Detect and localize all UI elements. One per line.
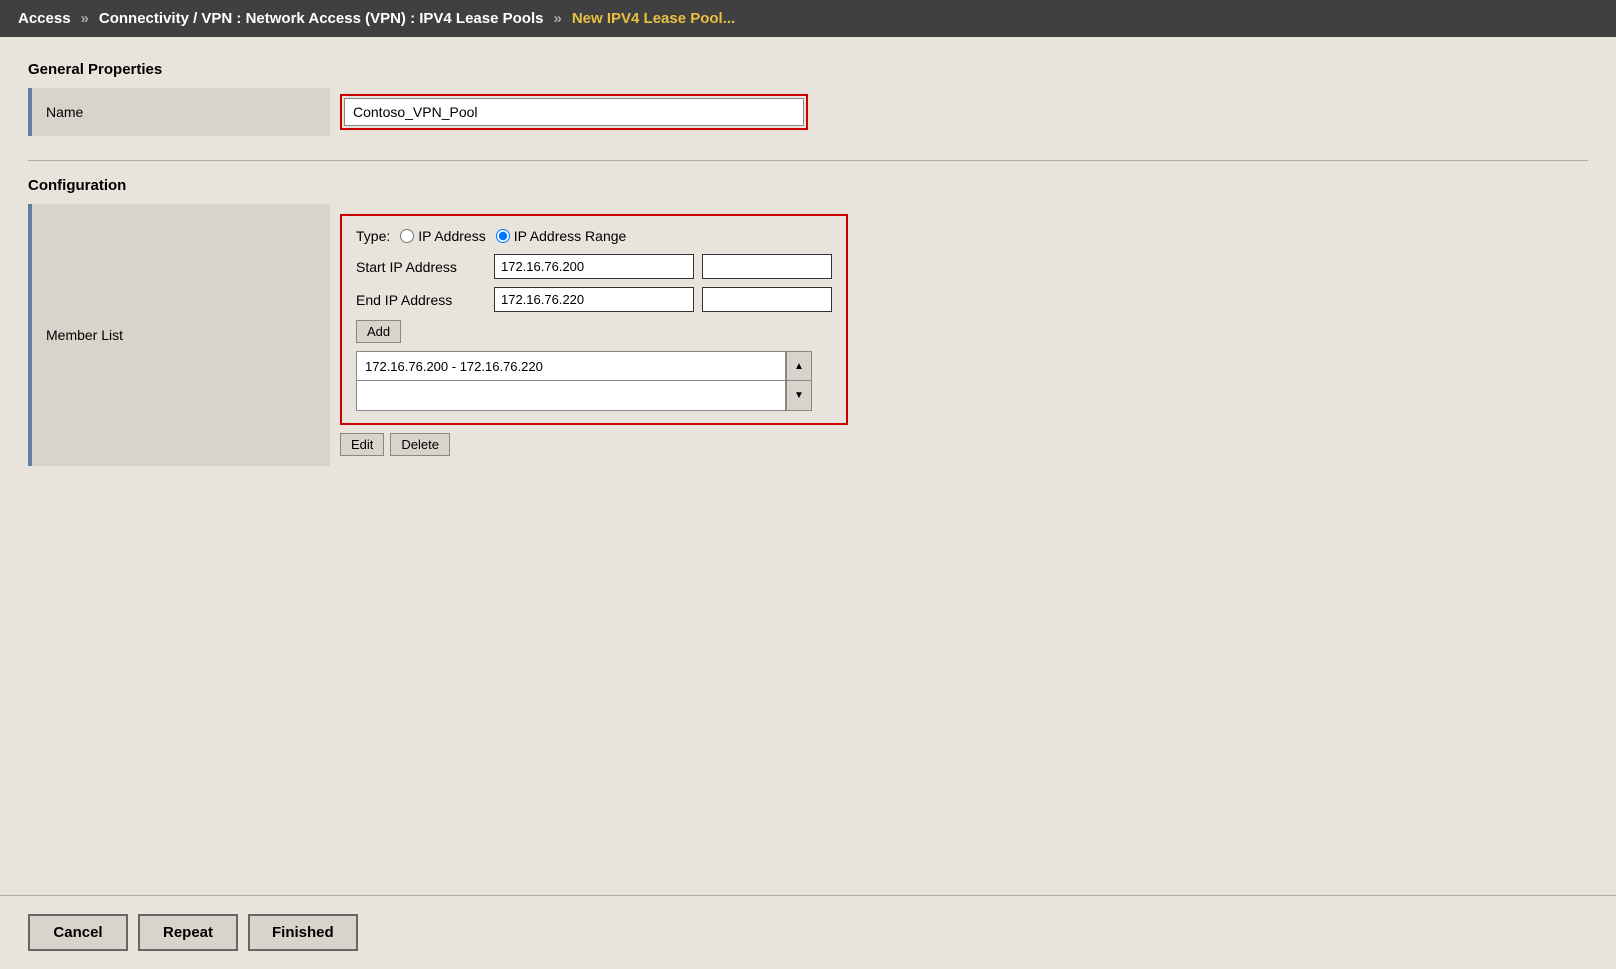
- name-row: Name: [30, 88, 1588, 136]
- scroll-down-button[interactable]: ▼: [786, 381, 812, 411]
- type-label: Type:: [356, 228, 390, 244]
- breadcrumb-bar: Access » Connectivity / VPN : Network Ac…: [0, 0, 1616, 37]
- name-label: Name: [30, 88, 330, 136]
- type-ip-address-label[interactable]: IP Address: [400, 228, 485, 244]
- scroll-up-button[interactable]: ▲: [786, 351, 812, 381]
- start-ip-row: Start IP Address: [356, 254, 832, 279]
- member-list-label: Member List: [30, 204, 330, 466]
- start-ip-input[interactable]: [494, 254, 694, 279]
- finished-button[interactable]: Finished: [248, 914, 358, 951]
- edit-delete-row: Edit Delete: [340, 433, 1578, 456]
- repeat-button[interactable]: Repeat: [138, 914, 238, 951]
- configuration-title: Configuration: [28, 177, 1588, 194]
- start-ip-extra-input[interactable]: [702, 254, 832, 279]
- name-value-cell: [330, 88, 1588, 136]
- config-inner-border: Type: IP Address IP Address Range Start …: [340, 214, 848, 425]
- end-ip-extra-input[interactable]: [702, 287, 832, 312]
- general-properties-table: Name: [28, 88, 1588, 136]
- breadcrumb-vpn[interactable]: Connectivity / VPN : Network Access (VPN…: [99, 10, 544, 27]
- edit-button[interactable]: Edit: [340, 433, 384, 456]
- end-ip-label: End IP Address: [356, 292, 486, 308]
- breadcrumb-current: New IPV4 Lease Pool...: [572, 10, 735, 27]
- config-value-cell: Type: IP Address IP Address Range Start …: [330, 204, 1588, 466]
- general-properties-title: General Properties: [28, 61, 1588, 78]
- member-list-row-1: 172.16.76.200 - 172.16.76.220 ▲: [356, 351, 832, 381]
- type-ip-address-range-radio[interactable]: [496, 229, 510, 243]
- bottom-bar: Cancel Repeat Finished: [0, 895, 1616, 969]
- delete-button[interactable]: Delete: [390, 433, 450, 456]
- name-input[interactable]: [344, 98, 804, 126]
- cancel-button[interactable]: Cancel: [28, 914, 128, 951]
- configuration-table: Member List Type: IP Address IP Address …: [28, 204, 1588, 466]
- start-ip-label: Start IP Address: [356, 259, 486, 275]
- separator-1: [28, 160, 1588, 161]
- member-list-entry-2[interactable]: [356, 381, 786, 411]
- breadcrumb-sep-2: »: [553, 10, 561, 27]
- type-ip-address-radio[interactable]: [400, 229, 414, 243]
- breadcrumb-access[interactable]: Access: [18, 10, 71, 27]
- member-list: 172.16.76.200 - 172.16.76.220 ▲ ▼: [356, 351, 832, 411]
- end-ip-input[interactable]: [494, 287, 694, 312]
- type-row: Type: IP Address IP Address Range: [356, 228, 832, 244]
- add-button[interactable]: Add: [356, 320, 401, 343]
- config-row: Member List Type: IP Address IP Address …: [30, 204, 1588, 466]
- end-ip-row: End IP Address: [356, 287, 832, 312]
- member-list-entry-1[interactable]: 172.16.76.200 - 172.16.76.220: [356, 351, 786, 381]
- name-input-highlight: [340, 94, 808, 130]
- type-ip-address-range-label[interactable]: IP Address Range: [496, 228, 627, 244]
- member-list-row-2: ▼: [356, 381, 832, 411]
- main-content: General Properties Name Configuration Me…: [0, 37, 1616, 895]
- breadcrumb-sep-1: »: [81, 10, 89, 27]
